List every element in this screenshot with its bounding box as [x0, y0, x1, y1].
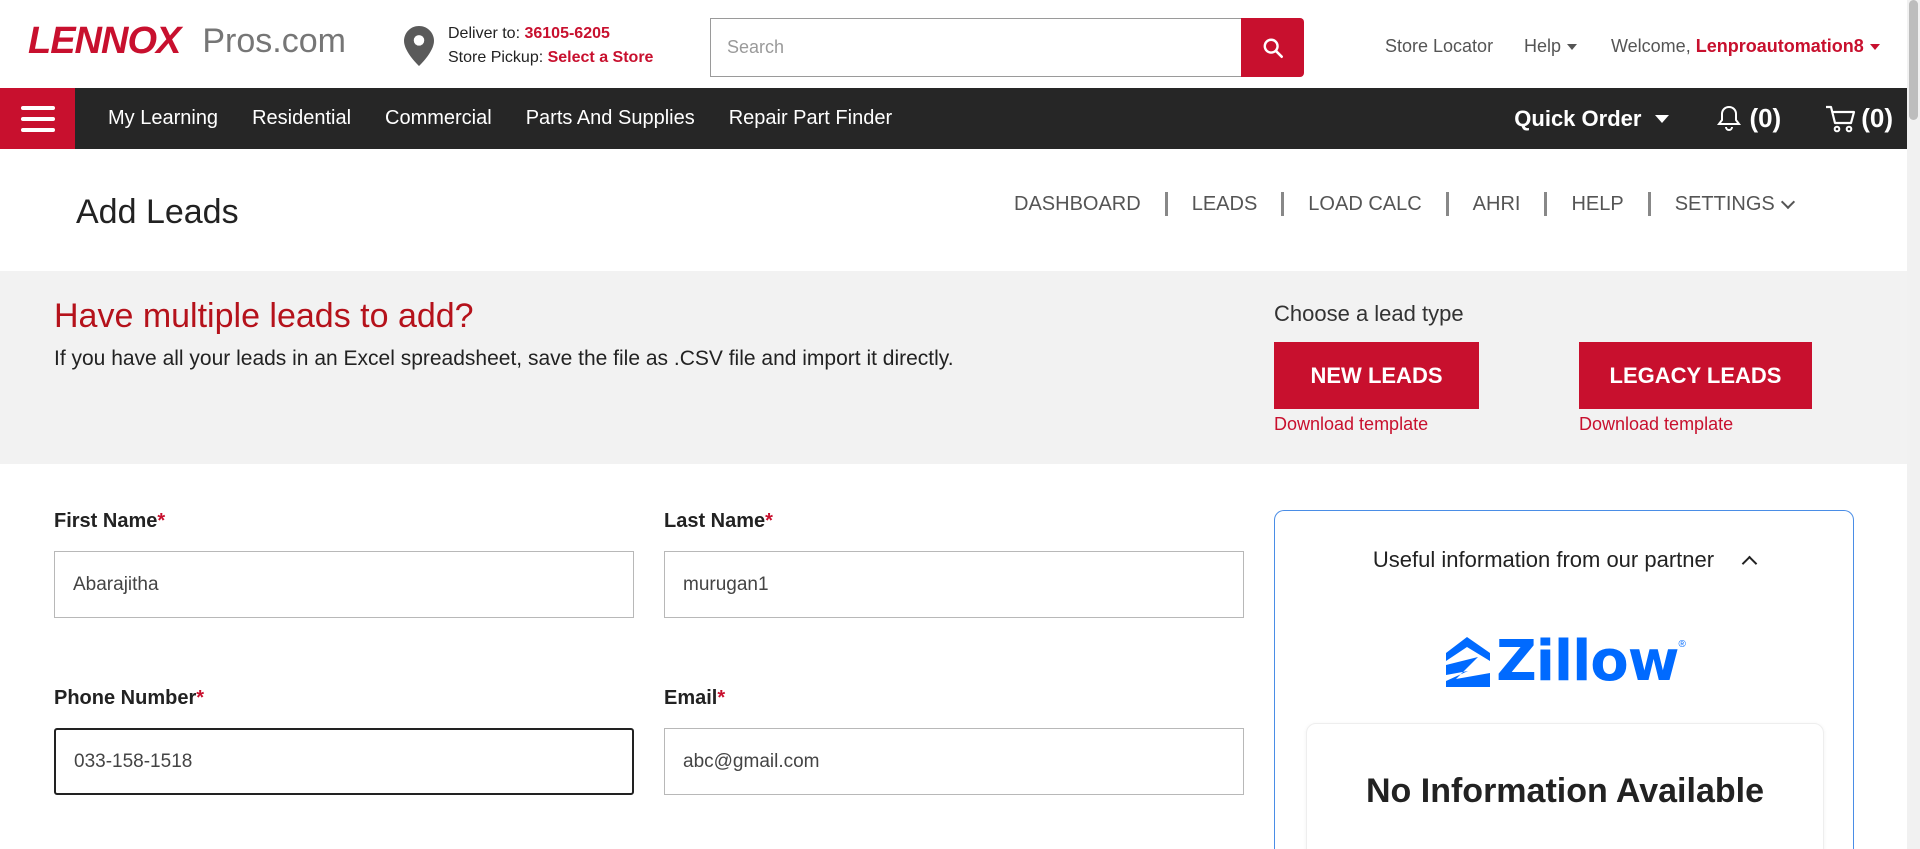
quick-order-menu[interactable]: Quick Order [1514, 105, 1670, 132]
last-name-label-text: Last Name [664, 510, 766, 532]
welcome-label: Welcome, [1611, 36, 1691, 56]
search-button[interactable] [1241, 18, 1304, 77]
zillow-house-icon [1446, 636, 1491, 687]
main-navigation: My Learning Residential Commercial Parts… [0, 88, 1907, 149]
required-marker: * [196, 687, 205, 709]
email-label-text: Email [664, 687, 718, 709]
hamburger-menu-button[interactable] [0, 88, 75, 149]
legacy-leads-download-template-link[interactable]: Download template [1579, 414, 1733, 435]
chevron-up-icon [1741, 555, 1758, 571]
subnav-settings-label: SETTINGS [1674, 192, 1775, 215]
first-name-label-text: First Name [54, 510, 158, 532]
pros-logo-text: Pros.com [202, 21, 346, 60]
leads-subnav: DASHBOARD LEADS LOAD CALC AHRI HELP SETT… [1014, 192, 1795, 216]
nav-repair-part-finder[interactable]: Repair Part Finder [729, 107, 892, 130]
first-name-label: First Name* [54, 510, 165, 533]
location-pin-icon [404, 26, 434, 66]
banner-description: If you have all your leads in an Excel s… [54, 347, 954, 370]
subnav-ahri[interactable]: AHRI [1473, 193, 1521, 216]
search-input[interactable] [710, 18, 1241, 77]
lennox-logo-text: LENNOX [28, 19, 181, 62]
subnav-load-calc[interactable]: LOAD CALC [1308, 193, 1421, 216]
new-leads-button[interactable]: NEW LEADS [1274, 342, 1479, 409]
partner-info-card: No Information Available [1306, 723, 1824, 849]
page-scrollbar[interactable] [1907, 0, 1920, 849]
top-header: LENNOX Pros.com Deliver to: 36105-6205 S… [0, 0, 1907, 88]
partner-info-panel: Useful information from our partner Zill… [1274, 510, 1854, 849]
zillow-logo: Zillow ® [1275, 629, 1853, 694]
subnav-divider [1647, 192, 1651, 216]
deliver-zip-link[interactable]: 36105-6205 [524, 25, 609, 42]
email-field[interactable] [664, 728, 1244, 795]
last-name-label: Last Name* [664, 510, 773, 533]
bell-icon [1717, 105, 1742, 131]
nav-residential[interactable]: Residential [252, 107, 351, 130]
scrollbar-thumb[interactable] [1909, 0, 1918, 120]
required-marker: * [717, 687, 726, 709]
account-menu[interactable]: Welcome, Lenproautomation8 [1611, 36, 1880, 57]
lennox-pros-logo[interactable]: LENNOX Pros.com [22, 14, 346, 68]
subnav-divider [1164, 192, 1168, 216]
caret-down-icon [1869, 43, 1880, 50]
help-label: Help [1524, 36, 1562, 56]
quick-order-label: Quick Order [1514, 105, 1642, 131]
nav-my-learning[interactable]: My Learning [108, 107, 218, 130]
deliver-label: Deliver to: [448, 25, 521, 42]
caret-down-icon [1567, 43, 1578, 50]
partner-panel-toggle[interactable]: Useful information from our partner [1275, 547, 1853, 573]
phone-number-label-text: Phone Number [54, 687, 197, 709]
phone-number-label: Phone Number* [54, 687, 204, 710]
caret-down-icon [1655, 114, 1670, 123]
select-store-link[interactable]: Select a Store [548, 49, 654, 66]
username: Lenproautomation8 [1695, 36, 1864, 56]
new-leads-download-template-link[interactable]: Download template [1274, 414, 1428, 435]
lead-type-label: Choose a lead type [1274, 301, 1464, 326]
subnav-dashboard[interactable]: DASHBOARD [1014, 193, 1141, 216]
subnav-leads[interactable]: LEADS [1192, 193, 1258, 216]
no-information-text: No Information Available [1366, 772, 1764, 810]
subnav-settings[interactable]: SETTINGS [1674, 192, 1795, 216]
zillow-wordmark: Zillow [1496, 629, 1679, 694]
search-bar [710, 18, 1304, 77]
subnav-divider [1445, 192, 1449, 216]
pickup-label: Store Pickup: [448, 49, 544, 66]
nav-commercial[interactable]: Commercial [385, 107, 492, 130]
store-locator-link[interactable]: Store Locator [1385, 36, 1493, 57]
required-marker: * [765, 510, 773, 532]
chevron-down-icon [1780, 194, 1795, 209]
notification-count: (0) [1749, 103, 1782, 133]
subnav-divider [1281, 192, 1285, 216]
legacy-leads-button[interactable]: LEGACY LEADS [1579, 342, 1812, 409]
phone-number-field[interactable] [54, 728, 634, 795]
first-name-field[interactable] [54, 551, 634, 618]
page-title: Add Leads [76, 193, 239, 231]
help-menu[interactable]: Help [1524, 36, 1578, 57]
subnav-help[interactable]: HELP [1571, 193, 1623, 216]
banner-title: Have multiple leads to add? [54, 297, 474, 335]
registered-mark: ® [1678, 639, 1686, 650]
search-icon [1263, 38, 1283, 58]
cart-count: (0) [1861, 103, 1893, 133]
import-leads-banner: Have multiple leads to add? If you have … [0, 271, 1907, 464]
partner-heading: Useful information from our partner [1372, 547, 1715, 572]
delivery-info[interactable]: Deliver to: 36105-6205 Store Pickup: Sel… [404, 22, 653, 70]
last-name-field[interactable] [664, 551, 1244, 618]
email-label: Email* [664, 687, 725, 710]
notifications-button[interactable]: (0) [1717, 103, 1781, 134]
nav-parts-and-supplies[interactable]: Parts And Supplies [526, 107, 695, 130]
required-marker: * [157, 510, 166, 532]
cart-button[interactable]: (0) [1825, 103, 1893, 134]
cart-icon [1826, 105, 1856, 132]
subnav-divider [1544, 192, 1548, 216]
